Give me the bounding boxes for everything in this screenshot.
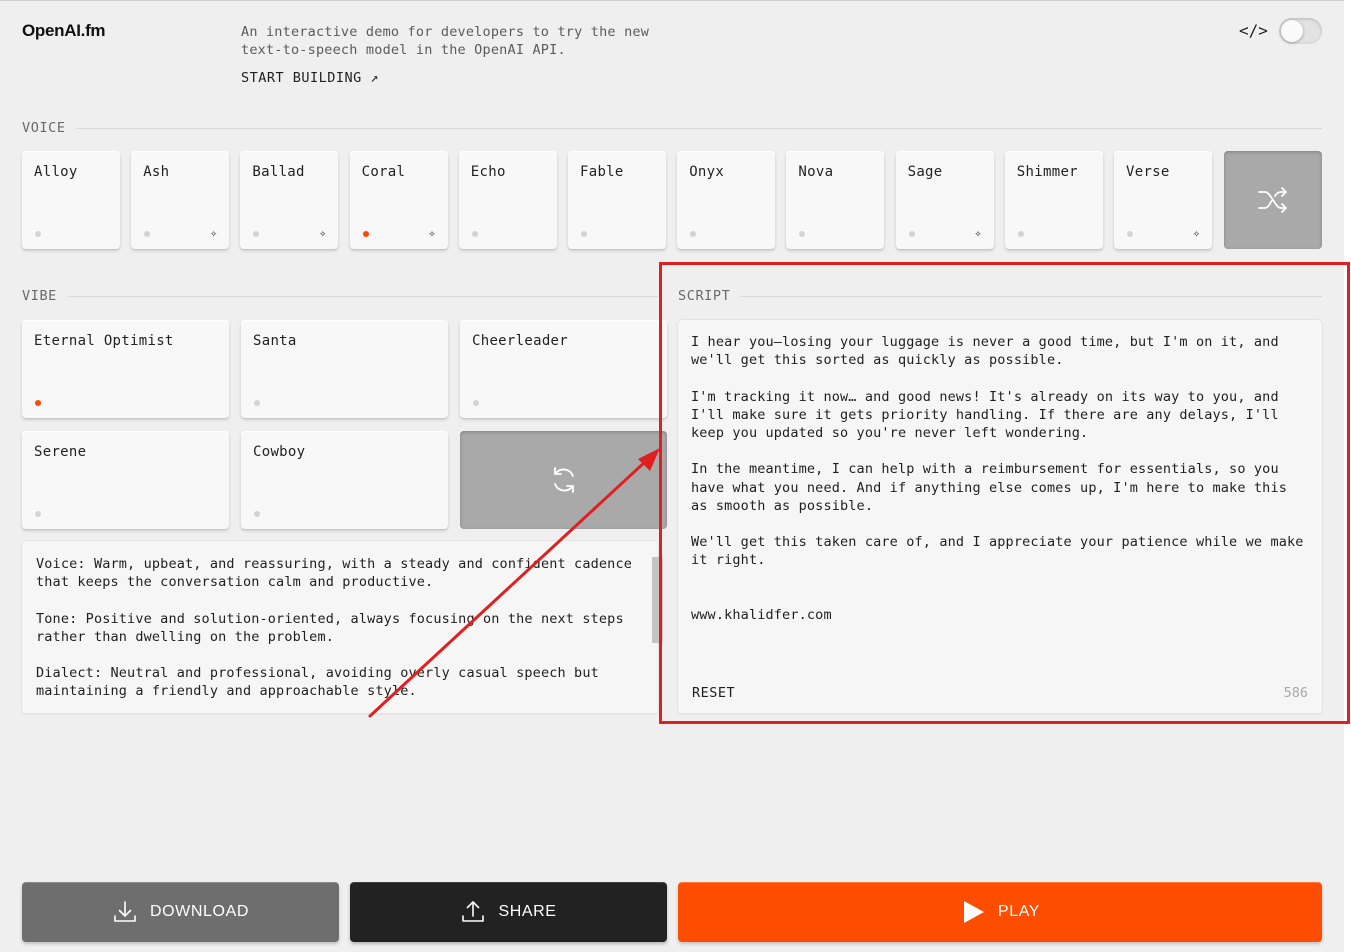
unselected-indicator — [144, 231, 151, 237]
voice-name: Ballad — [252, 164, 305, 180]
divider — [740, 295, 1322, 297]
upload-icon — [462, 901, 485, 922]
voice-section-header: VOICE — [22, 120, 1322, 136]
vibe-description-text: Voice: Warm, upbeat, and reassuring, wit… — [36, 556, 632, 700]
vibe-section-label: VIBE — [22, 288, 57, 304]
voice-name: Alloy — [34, 164, 78, 180]
character-count: 586 — [1283, 685, 1308, 701]
play-icon — [963, 901, 984, 923]
voice-option-ballad[interactable]: Ballad ✧ — [240, 151, 339, 249]
unselected-indicator — [581, 231, 587, 237]
selected-indicator — [362, 231, 369, 237]
shuffle-icon — [1258, 187, 1287, 213]
share-button[interactable]: SHARE — [350, 882, 667, 942]
refresh-vibes-button[interactable] — [460, 431, 667, 529]
voice-option-coral[interactable]: Coral ✧ — [349, 151, 448, 249]
voice-name: Coral — [361, 164, 406, 180]
sparkle-icon: ✧ — [209, 226, 218, 240]
refresh-icon — [553, 467, 574, 493]
voice-option-onyx[interactable]: Onyx — [677, 151, 776, 249]
vibe-name: Cheerleader — [472, 333, 569, 349]
play-button[interactable]: PLAY — [678, 882, 1322, 942]
start-building-link[interactable]: START BUILDING ↗ — [241, 70, 379, 86]
reset-button[interactable]: RESET — [692, 685, 735, 701]
vibe-name: Cowboy — [253, 444, 306, 460]
vibe-option-cheerleader[interactable]: Cheerleader — [460, 320, 667, 418]
vibe-option-serene[interactable]: Serene — [22, 431, 229, 529]
unselected-indicator — [799, 231, 806, 237]
unselected-indicator — [254, 400, 260, 406]
voice-name: Verse — [1126, 164, 1170, 180]
app-page: OpenAI.fm An interactive demo for develo… — [0, 0, 1344, 952]
unselected-indicator — [473, 400, 479, 406]
shuffle-voice-button[interactable] — [1224, 151, 1322, 249]
unselected-indicator — [254, 511, 260, 517]
vibe-section-header: VIBE — [22, 288, 658, 304]
voice-name: Onyx — [689, 164, 725, 180]
voice-name: Echo — [470, 164, 506, 180]
voice-option-sage[interactable]: Sage ✧ — [895, 151, 994, 249]
sparkle-icon: ✧ — [974, 226, 982, 240]
script-section-label: SCRIPT — [678, 288, 731, 304]
voice-option-shimmer[interactable]: Shimmer — [1004, 151, 1103, 249]
voice-name: Fable — [580, 164, 624, 180]
app-logo[interactable]: OpenAI.fm — [22, 21, 106, 41]
voice-option-echo[interactable]: Echo — [458, 151, 557, 249]
script-text: I hear you—losing your luggage is never … — [691, 334, 1304, 624]
vibe-option-santa[interactable]: Santa — [241, 320, 448, 418]
voice-name: Shimmer — [1016, 164, 1078, 180]
vibe-name: Eternal Optimist — [34, 333, 174, 349]
vibe-description-textarea[interactable]: Voice: Warm, upbeat, and reassuring, wit… — [22, 541, 658, 713]
unselected-indicator — [253, 231, 260, 237]
download-button[interactable]: DOWNLOAD — [22, 882, 339, 942]
vibe-scrollbar[interactable] — [652, 557, 663, 643]
sparkle-icon: ✧ — [428, 226, 436, 240]
unselected-indicator — [35, 231, 41, 237]
download-label: DOWNLOAD — [149, 903, 250, 920]
voice-option-verse[interactable]: Verse ✧ — [1114, 151, 1212, 249]
voice-option-fable[interactable]: Fable — [568, 151, 666, 249]
download-icon — [114, 901, 136, 922]
voice-section-label: VOICE — [22, 120, 66, 136]
code-icon[interactable]: </> — [1239, 21, 1268, 40]
vibe-name: Santa — [253, 333, 297, 349]
unselected-indicator — [690, 231, 697, 237]
voice-name: Sage — [907, 164, 943, 180]
divider — [66, 295, 658, 297]
unselected-indicator — [1127, 231, 1133, 237]
voice-option-alloy[interactable]: Alloy — [22, 151, 120, 249]
unselected-indicator — [908, 231, 915, 237]
script-textarea[interactable]: I hear you—losing your luggage is never … — [678, 320, 1322, 713]
play-label: PLAY — [997, 903, 1041, 920]
toggle-knob — [1281, 20, 1303, 42]
unselected-indicator — [471, 231, 478, 237]
selected-indicator — [35, 400, 41, 406]
sparkle-icon: ✧ — [1192, 226, 1200, 240]
dev-mode-toggle[interactable] — [1279, 18, 1322, 44]
voice-name: Nova — [798, 164, 834, 180]
unselected-indicator — [1017, 231, 1024, 237]
script-section-header: SCRIPT — [678, 288, 1322, 304]
voice-name: Ash — [143, 164, 170, 180]
vibe-name: Serene — [34, 444, 87, 460]
intro-text: An interactive demo for developers to tr… — [241, 24, 650, 58]
voice-option-ash[interactable]: Ash ✧ — [131, 151, 230, 249]
vibe-option-cowboy[interactable]: Cowboy — [241, 431, 448, 529]
unselected-indicator — [35, 511, 41, 517]
share-label: SHARE — [498, 903, 557, 920]
vibe-option-eternal-optimist[interactable]: Eternal Optimist — [22, 320, 229, 418]
voice-option-nova[interactable]: Nova — [786, 151, 885, 249]
divider — [75, 127, 1322, 129]
sparkle-icon: ✧ — [319, 226, 327, 240]
